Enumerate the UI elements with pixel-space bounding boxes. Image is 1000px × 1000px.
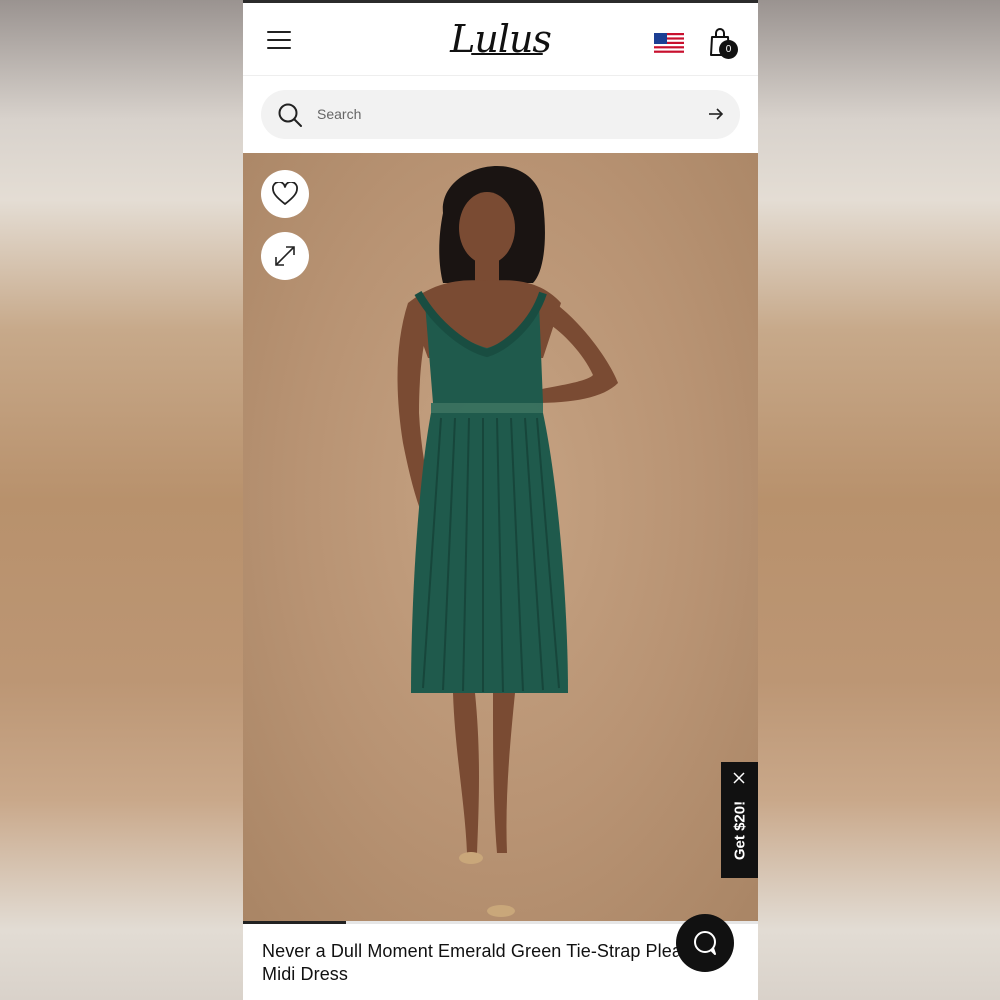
close-icon[interactable] [732,771,746,785]
logo-underline [471,53,543,55]
model-in-dress-image [397,165,618,917]
product-photo[interactable] [243,153,758,923]
promo-label: Get $20! [731,800,749,861]
expand-image-button[interactable] [261,232,309,280]
product-title: Never a Dull Moment Emerald Green Tie-St… [262,941,708,984]
us-flag-icon[interactable] [654,33,684,55]
phone-screen: Lulus 0 Search Get $20! Never a Dull Mom… [243,0,758,1000]
promo-tab[interactable]: Get $20! [721,762,758,878]
search-bar[interactable] [261,90,740,139]
arrow-right-icon[interactable] [708,106,724,122]
heart-icon [272,182,298,205]
search-icon [278,103,302,127]
chat-bubble-icon [694,931,716,955]
chat-button[interactable] [676,914,734,972]
search-section [243,76,758,154]
gallery-progress-fill [243,921,346,924]
search-input[interactable] [317,102,677,126]
favorite-button[interactable] [261,170,309,218]
site-header: Lulus 0 [243,3,758,76]
cart-count-badge: 0 [719,40,738,59]
gallery-progress-bar [243,921,758,924]
expand-icon [275,246,295,266]
